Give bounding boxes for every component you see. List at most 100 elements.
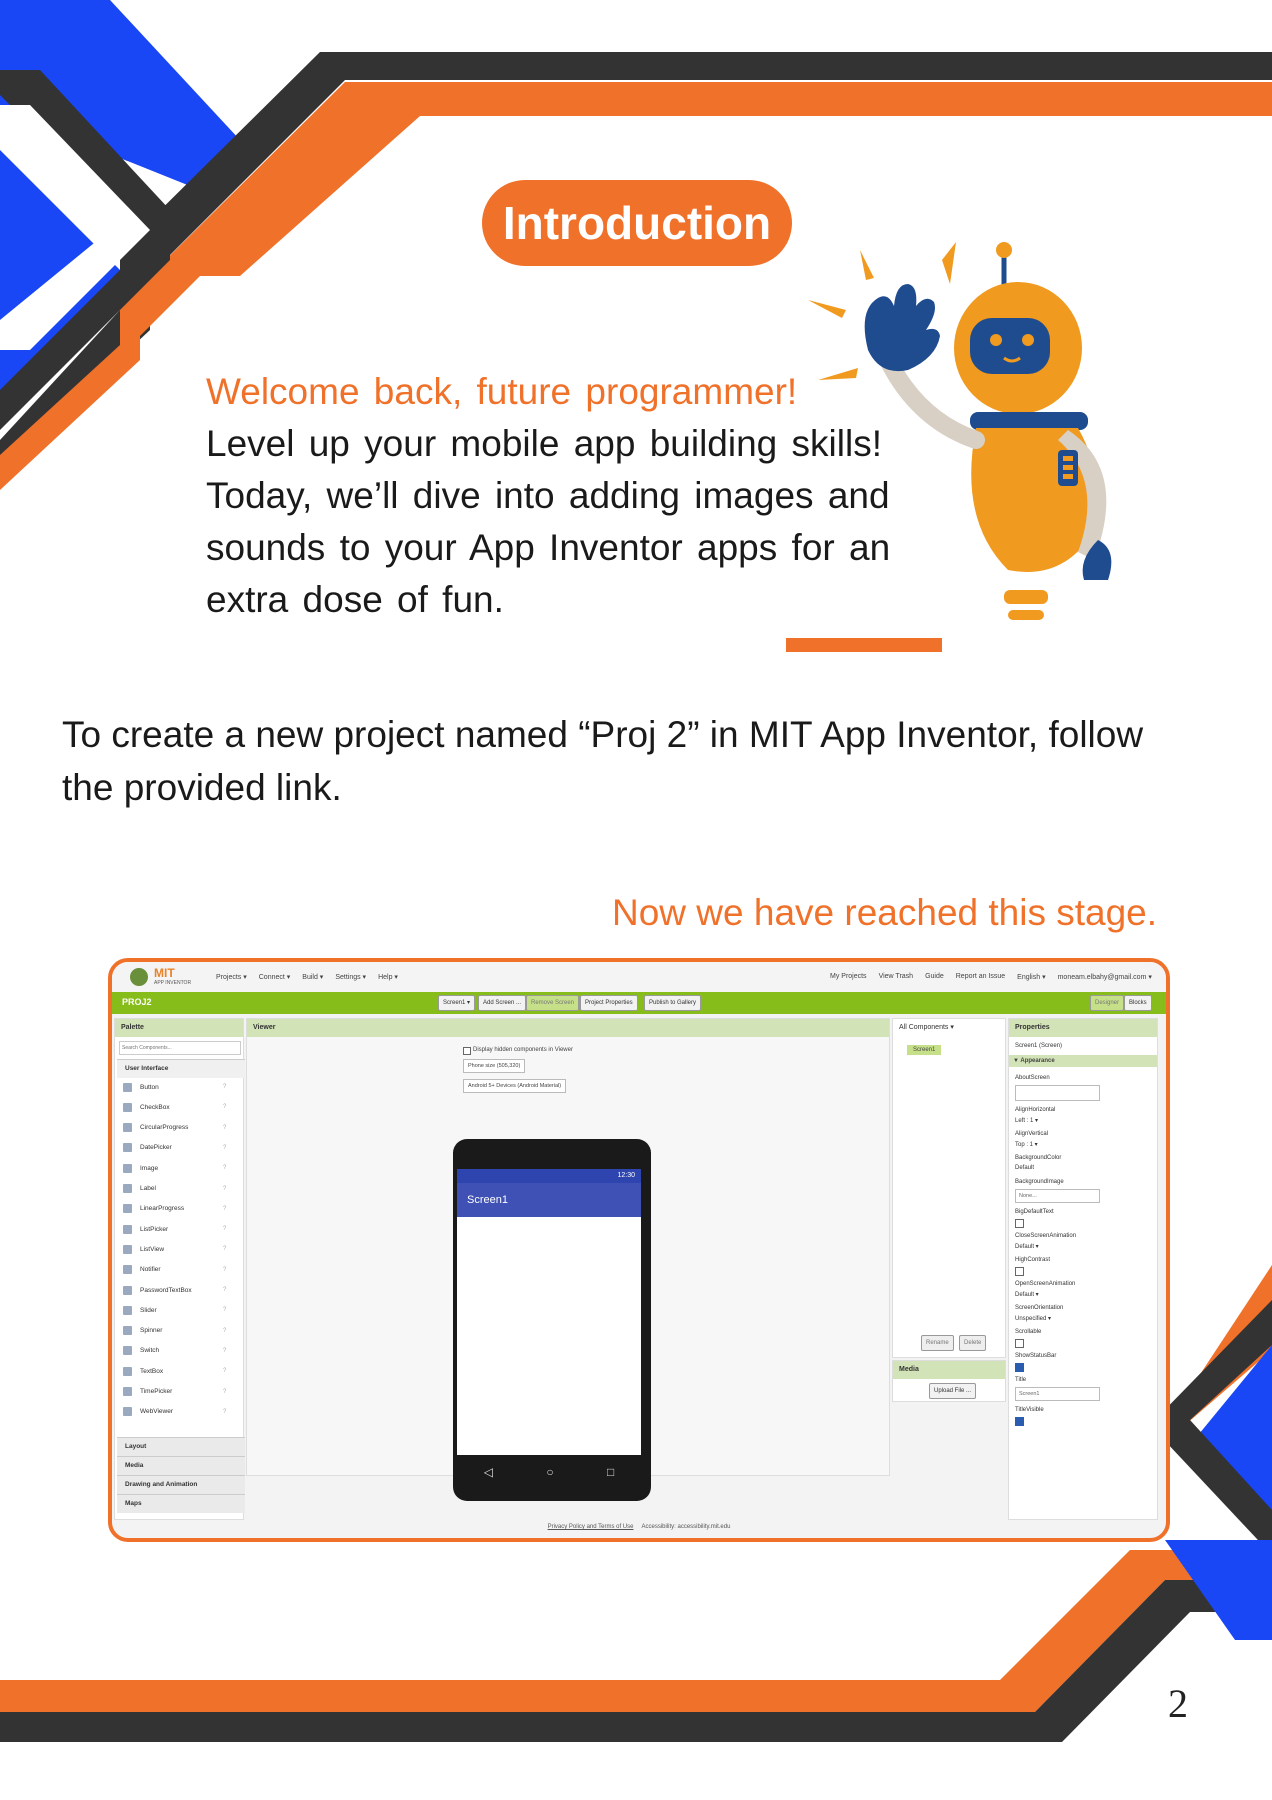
palette-item[interactable]: Notifier? [123,1262,226,1278]
help-icon[interactable]: ? [223,1206,226,1212]
palette-item[interactable]: Image? [123,1160,226,1176]
help-icon[interactable]: ? [223,1368,226,1374]
welcome-greeting: Welcome back, future programmer! [206,371,798,412]
layout-category[interactable]: Layout [117,1437,245,1456]
palette-item[interactable]: Button? [123,1079,226,1095]
help-icon[interactable]: ? [223,1125,226,1131]
blocks-button[interactable]: Blocks [1124,995,1152,1011]
help-icon[interactable]: ? [223,1145,226,1151]
palette-item-label: ListPicker [140,1225,169,1233]
remove-screen-button[interactable]: Remove Screen [526,995,580,1011]
help-icon[interactable]: ? [223,1287,226,1293]
align-vertical-select[interactable]: Top : 1 ▾ [1015,1141,1038,1148]
all-components-select[interactable]: All Components ▾ [893,1019,1005,1037]
scrollable-checkbox[interactable] [1015,1339,1024,1348]
palette-item[interactable]: ListPicker? [123,1221,226,1237]
menu-view-trash[interactable]: View Trash [879,973,914,981]
menu-help[interactable]: Help ▾ [378,973,398,981]
status-time: 12:30 [617,1172,635,1179]
palette-item-label: Spinner [140,1327,163,1335]
delete-button[interactable]: Delete [959,1335,987,1351]
maps-category[interactable]: Maps [117,1494,245,1513]
screen-orientation-select[interactable]: Unspecified ▾ [1015,1315,1051,1322]
prop-align-vertical: AlignVertical [1015,1131,1049,1137]
privacy-link[interactable]: Privacy Policy and Terms of Use [548,1524,634,1530]
palette-item[interactable]: CircularProgress? [123,1120,226,1136]
component-search-input[interactable] [119,1041,241,1055]
help-icon[interactable]: ? [223,1226,226,1232]
palette-item[interactable]: Switch? [123,1343,226,1359]
designer-button[interactable]: Designer [1090,995,1125,1011]
menu-projects[interactable]: Projects ▾ [216,973,247,981]
device-select[interactable]: Android 5+ Devices (Android Material) [463,1079,567,1093]
project-properties-button[interactable]: Project Properties [580,995,638,1011]
screen-title-bar: Screen1 [457,1183,641,1217]
palette-item-label: Switch [140,1347,160,1355]
palette-item-label: TimePicker [140,1388,173,1395]
palette-item[interactable]: CheckBox? [123,1099,226,1115]
background-color-select[interactable]: Default [1015,1165,1034,1171]
help-icon[interactable]: ? [223,1348,226,1354]
screen1-tree-item[interactable]: Screen1 [907,1045,942,1055]
menu-settings[interactable]: Settings ▾ [335,973,366,981]
palette-item[interactable]: LinearProgress? [123,1201,226,1217]
palette-item[interactable]: TextBox? [123,1363,226,1379]
appearance-group[interactable]: ▼ Appearance [1009,1055,1157,1067]
title-input[interactable]: Screen1 [1015,1387,1100,1401]
menu-connect[interactable]: Connect ▾ [259,973,291,981]
phone-size-select[interactable]: Phone size (505,320) [463,1059,526,1073]
high-contrast-checkbox[interactable] [1015,1267,1024,1276]
close-animation-select[interactable]: Default ▾ [1015,1243,1039,1250]
help-icon[interactable]: ? [223,1186,226,1192]
help-icon[interactable]: ? [223,1267,226,1273]
help-icon[interactable]: ? [223,1389,226,1395]
palette-item[interactable]: Spinner? [123,1323,226,1339]
palette-item[interactable]: TimePicker? [123,1384,226,1400]
media-category[interactable]: Media [117,1456,245,1475]
component-icon [123,1285,132,1295]
screen-select[interactable]: Screen1 ▾ [438,995,476,1011]
component-icon [123,1244,132,1254]
palette-item-label: Image [140,1164,159,1172]
accessibility-link[interactable]: Accessibility: accessibility.mit.edu [642,1524,731,1530]
hidden-components-label: Display hidden components in Viewer [473,1047,573,1053]
palette-item[interactable]: WebViewer? [123,1404,226,1420]
menu-account[interactable]: moneam.elbahy@gmail.com ▾ [1058,973,1152,981]
menu-my-projects[interactable]: My Projects [830,973,867,981]
drawing-animation-category[interactable]: Drawing and Animation [117,1475,245,1494]
palette-item[interactable]: ListView? [123,1241,226,1257]
menu-report-issue[interactable]: Report an Issue [956,973,1005,981]
help-icon[interactable]: ? [223,1084,226,1090]
title-visible-checkbox[interactable] [1015,1417,1024,1426]
add-screen-button[interactable]: Add Screen ... [478,995,527,1011]
palette-item[interactable]: PasswordTextBox? [123,1282,226,1298]
help-icon[interactable]: ? [223,1165,226,1171]
upload-file-button[interactable]: Upload File ... [929,1383,977,1399]
rename-button[interactable]: Rename [921,1335,954,1351]
big-default-text-checkbox[interactable] [1015,1219,1024,1228]
help-icon[interactable]: ? [223,1307,226,1313]
user-interface-category[interactable]: User Interface [117,1059,245,1078]
align-horizontal-select[interactable]: Left : 1 ▾ [1015,1117,1038,1124]
welcome-line: Level up your mobile app building skills… [206,423,882,464]
help-icon[interactable]: ? [223,1104,226,1110]
properties-title: Properties [1009,1019,1157,1037]
publish-gallery-button[interactable]: Publish to Gallery [644,995,702,1011]
help-icon[interactable]: ? [223,1246,226,1252]
help-icon[interactable]: ? [223,1409,226,1415]
palette-item[interactable]: Slider? [123,1302,226,1318]
background-image-input[interactable]: None... [1015,1189,1100,1203]
about-screen-input[interactable] [1015,1085,1100,1101]
palette-item[interactable]: Label? [123,1181,226,1197]
help-icon[interactable]: ? [223,1328,226,1334]
welcome-line: extra dose of fun. [206,579,504,620]
show-status-bar-checkbox[interactable] [1015,1363,1024,1372]
hidden-components-option[interactable]: Display hidden components in Viewer [463,1047,573,1055]
hidden-components-checkbox[interactable] [463,1047,471,1055]
open-animation-select[interactable]: Default ▾ [1015,1291,1039,1298]
menu-build[interactable]: Build ▾ [302,973,323,981]
palette-item[interactable]: DatePicker? [123,1140,226,1156]
menu-language[interactable]: English ▾ [1017,973,1045,981]
prop-high-contrast: HighContrast [1015,1257,1051,1263]
menu-guide[interactable]: Guide [925,973,944,981]
